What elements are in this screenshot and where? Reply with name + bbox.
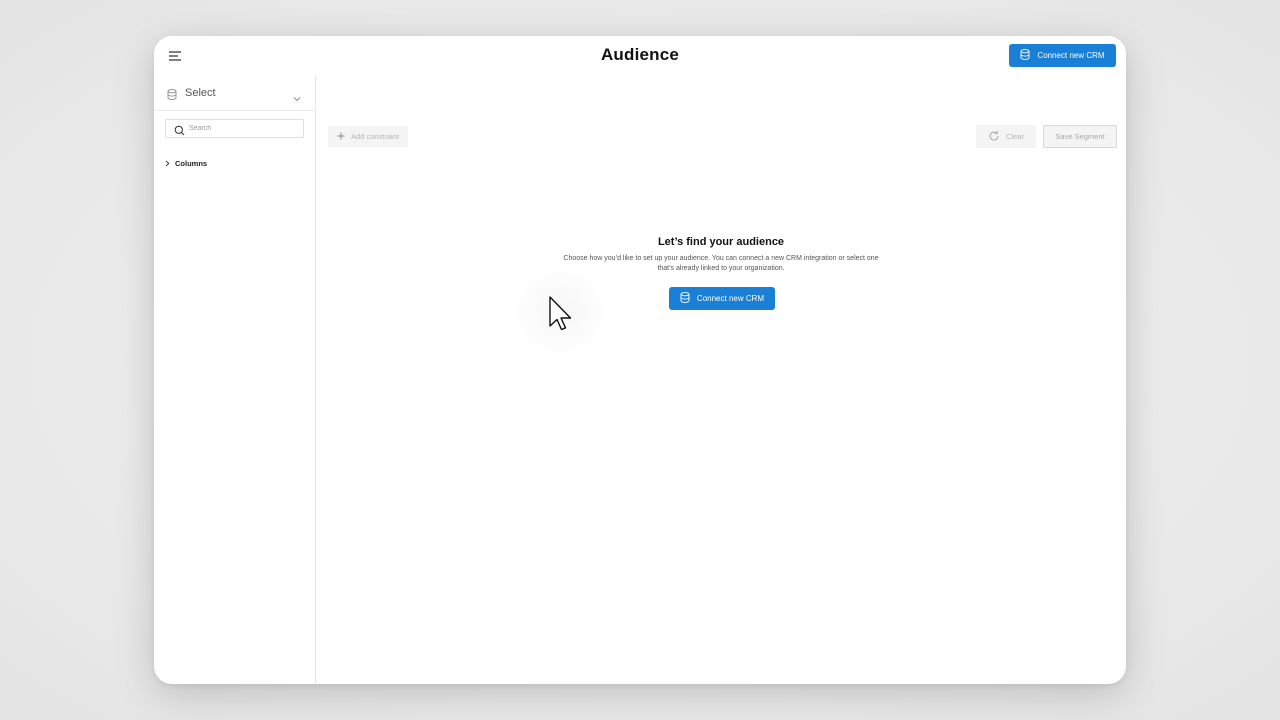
- top-bar: Audience Connect new CRM: [154, 36, 1126, 77]
- plus-icon: [337, 132, 345, 142]
- columns-label: Columns: [175, 158, 208, 168]
- select-label: Select: [185, 87, 216, 99]
- search-input[interactable]: [189, 121, 297, 135]
- clear-button[interactable]: Clear: [976, 125, 1036, 148]
- connect-crm-label: Connect new CRM: [1037, 51, 1105, 60]
- mouse-pointer-icon: [548, 296, 574, 337]
- refresh-icon: [988, 130, 1000, 144]
- clear-label: Clear: [1006, 132, 1024, 141]
- desktop-background: Audience Connect new CRM Select Search C…: [0, 0, 1280, 720]
- connect-crm-button-main[interactable]: Connect new CRM: [669, 287, 775, 310]
- database-icon: [1020, 49, 1030, 62]
- sidebar: Select Search Columns: [154, 76, 316, 684]
- database-icon: [167, 87, 177, 105]
- connect-crm-button-header[interactable]: Connect new CRM: [1009, 44, 1116, 67]
- columns-group-toggle[interactable]: Columns: [165, 157, 207, 169]
- add-constraint-button[interactable]: Add constraint: [328, 126, 408, 147]
- page-title: Audience: [600, 45, 680, 64]
- chevron-down-icon: [293, 89, 301, 107]
- app-window: Audience Connect new CRM Select Search C…: [154, 36, 1126, 684]
- search-field: [165, 119, 304, 138]
- empty-state-description: Choose how you’d like to set up your aud…: [563, 255, 879, 272]
- data-source-select[interactable]: Select: [154, 76, 315, 111]
- database-icon: [680, 292, 690, 305]
- connect-crm-main-label: Connect new CRM: [696, 294, 765, 303]
- main-panel: Add constraint Clear Save Segment Let’s …: [316, 76, 1126, 684]
- save-segment-button[interactable]: Save Segment: [1043, 125, 1117, 148]
- chevron-right-icon: [165, 154, 170, 172]
- add-constraint-label: Add constraint: [351, 132, 399, 141]
- search-icon: [174, 123, 185, 141]
- empty-state-title: Let’s find your audience: [657, 236, 785, 248]
